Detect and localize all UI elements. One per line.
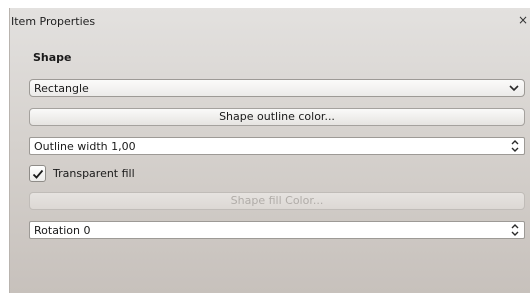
shape-fill-color-button: Shape fill Color...: [29, 192, 525, 210]
rotation-value: Rotation 0: [34, 223, 91, 237]
item-properties-panel: Item Properties × Shape Rectangle Shape …: [9, 8, 530, 293]
shape-section-label: Shape: [33, 51, 72, 64]
transparent-fill-checkbox[interactable]: [29, 164, 46, 182]
chevron-down-icon: [509, 85, 519, 92]
spin-arrows-icon[interactable]: [510, 223, 520, 237]
close-icon[interactable]: ×: [517, 13, 529, 27]
outline-width-value: Outline width 1,00: [34, 139, 136, 153]
panel-titlebar: Item Properties ×: [10, 8, 530, 36]
transparent-fill-row[interactable]: Transparent fill: [29, 164, 135, 182]
shape-outline-color-button[interactable]: Shape outline color...: [29, 108, 525, 126]
rotation-spinbox[interactable]: Rotation 0: [29, 221, 525, 239]
spin-arrows-icon[interactable]: [510, 139, 520, 153]
outline-width-spinbox[interactable]: Outline width 1,00: [29, 137, 525, 155]
shape-type-select[interactable]: Rectangle: [29, 79, 525, 97]
transparent-fill-label: Transparent fill: [53, 166, 135, 180]
checkmark-icon: [32, 169, 44, 179]
shape-type-value: Rectangle: [34, 81, 89, 95]
panel-title: Item Properties: [11, 15, 96, 28]
